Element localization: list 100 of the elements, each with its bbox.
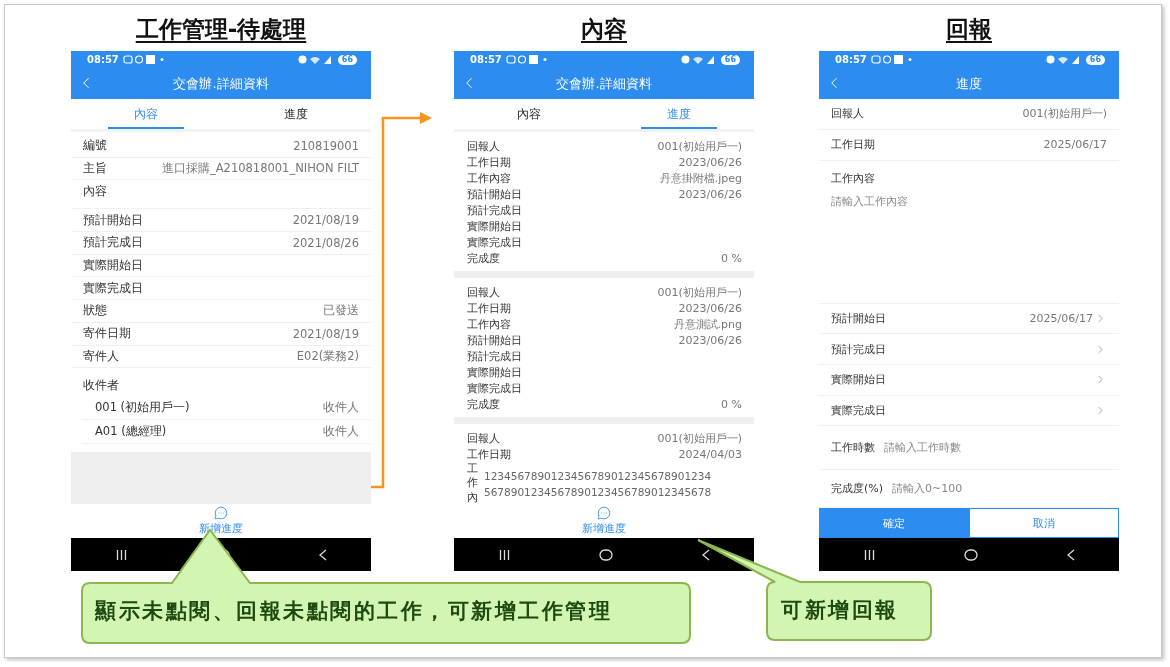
field-value: 0 % bbox=[721, 251, 742, 265]
field-value: 0 % bbox=[721, 397, 742, 411]
chat-bubble-icon bbox=[597, 506, 611, 520]
field-label: 回報人 bbox=[467, 138, 500, 154]
date-picker-row[interactable]: 預計完成日 bbox=[819, 334, 1119, 365]
input-field[interactable]: 請輸入工作時數 bbox=[884, 440, 961, 456]
field-label: 工作內容 bbox=[467, 316, 511, 332]
status-time: 08:57 bbox=[87, 54, 119, 65]
signal-icons-drawing bbox=[680, 55, 717, 64]
battery-level: 66 bbox=[1085, 54, 1105, 65]
field-value: 2023/06/26 bbox=[678, 301, 742, 315]
recents-icon[interactable] bbox=[498, 549, 510, 560]
field-value: 5678901234567890123456789012345678 bbox=[484, 485, 712, 500]
field-label: 工作內容 bbox=[831, 170, 876, 186]
field-label: 內容 bbox=[83, 184, 107, 200]
home-icon[interactable] bbox=[963, 548, 978, 561]
tab[interactable]: 進度 bbox=[258, 99, 334, 129]
field-label: 寄件日期 bbox=[83, 326, 131, 342]
field-label: 完成度 bbox=[467, 396, 500, 412]
callout-text: 可新增回報 bbox=[781, 597, 899, 624]
field-label: 寄件人 bbox=[83, 348, 119, 364]
field-value: 2021/08/26 bbox=[292, 235, 359, 250]
recipient-name: A01 (總經理) bbox=[95, 424, 167, 440]
field-value: 進口採購_A210818001_NIHON FILT bbox=[161, 161, 359, 177]
field-label: 工作日期 bbox=[467, 300, 511, 316]
signal-icons-drawing bbox=[297, 55, 334, 64]
status-time: 08:57 bbox=[835, 54, 867, 65]
field-value: 001(初始用戶一) bbox=[657, 430, 742, 446]
field-value: 丹意測試.png bbox=[673, 316, 742, 332]
back-icon[interactable] bbox=[1066, 548, 1075, 561]
tab[interactable]: 內容 bbox=[108, 99, 184, 129]
field-value: 210819001 bbox=[293, 138, 359, 153]
recipient-role: 收件人 bbox=[323, 400, 359, 416]
field-label: 預計開始日 bbox=[83, 212, 143, 228]
field-label: 實際開始日 bbox=[467, 218, 522, 234]
field-label: 預計完成日 bbox=[467, 348, 522, 364]
field-label: 預計完成日 bbox=[467, 202, 522, 218]
field-value: 2021/08/19 bbox=[292, 326, 359, 341]
field-value: 已發送 bbox=[323, 303, 359, 319]
battery-level: 66 bbox=[720, 54, 740, 65]
field-label: 實際完成日 bbox=[83, 280, 143, 296]
section-heading: 工作管理-待處理 bbox=[135, 15, 307, 44]
recents-icon[interactable] bbox=[863, 549, 875, 560]
field-label: 回報人 bbox=[831, 106, 864, 122]
confirm-button[interactable]: 確定 bbox=[819, 508, 969, 538]
field-label: 實際完成日 bbox=[467, 380, 522, 396]
field-label: 回報人 bbox=[467, 284, 500, 300]
field-value: 1234567890123456789012345678901234 bbox=[484, 469, 712, 484]
field-value: 2025/06/17 bbox=[1043, 138, 1107, 152]
field-value: E02(業務2) bbox=[296, 348, 359, 364]
screen-title: 交會辦.詳細資料 bbox=[556, 74, 652, 93]
date-picker-row[interactable]: 實際完成日 bbox=[819, 395, 1119, 427]
field-label: 回報人 bbox=[467, 430, 500, 446]
notification-icons-drawing bbox=[870, 55, 913, 64]
field-label: 工作日期 bbox=[467, 154, 511, 170]
field-label: 預計開始日 bbox=[467, 332, 522, 348]
tab[interactable]: 進度 bbox=[641, 99, 717, 129]
field-label: 工作內容 bbox=[467, 170, 511, 186]
back-icon[interactable] bbox=[318, 548, 327, 561]
field-label: 預計完成日 bbox=[83, 235, 143, 251]
tab[interactable]: 內容 bbox=[491, 99, 567, 129]
callout-text: 顯示未點閱、回報未點閱的工作，可新增工作管理 bbox=[95, 598, 612, 625]
notification-icons-drawing bbox=[122, 55, 165, 64]
section-heading: 內容 bbox=[581, 15, 627, 44]
field-label: 預計開始日 bbox=[467, 186, 522, 202]
field-label: 實際開始日 bbox=[83, 258, 143, 274]
home-icon[interactable] bbox=[598, 548, 613, 561]
field-value: 001(初始用戶一) bbox=[657, 138, 742, 154]
chat-bubble-icon bbox=[214, 506, 228, 520]
field-label: 工作日期 bbox=[831, 137, 875, 153]
screen-title: 交會辦.詳細資料 bbox=[173, 74, 269, 93]
field-value: 2024/04/03 bbox=[678, 447, 742, 461]
back-icon[interactable] bbox=[701, 548, 710, 561]
field-value: 001(初始用戶一) bbox=[657, 284, 742, 300]
field-label: 主旨 bbox=[83, 161, 107, 177]
field-label: 實際開始日 bbox=[467, 364, 522, 380]
field-value: 2023/06/26 bbox=[678, 333, 742, 347]
field-label: 編號 bbox=[83, 138, 107, 154]
field-label: 工作日期 bbox=[467, 446, 511, 462]
recipient-role: 收件人 bbox=[323, 424, 359, 440]
section-heading: 回報 bbox=[946, 15, 992, 44]
cancel-button[interactable]: 取消 bbox=[969, 508, 1119, 538]
field-label: 狀態 bbox=[83, 303, 107, 319]
recipient-name: 001 (初始用戶一) bbox=[95, 400, 190, 416]
field-label: 工作內 bbox=[467, 462, 478, 504]
field-value: 2023/06/26 bbox=[678, 187, 742, 201]
date-picker-row[interactable]: 實際開始日 bbox=[819, 364, 1119, 396]
field-label: 完成度(%) bbox=[831, 481, 884, 497]
screen-title: 進度 bbox=[956, 74, 982, 93]
input-field[interactable]: 請輸入0~100 bbox=[892, 481, 963, 497]
status-time: 08:57 bbox=[470, 54, 502, 65]
content-field[interactable]: 請輸入工作內容 bbox=[831, 193, 1107, 209]
date-picker-row[interactable]: 預計開始日 2025/06/17 bbox=[819, 303, 1119, 335]
notification-icons-drawing bbox=[505, 55, 548, 64]
field-label: 工作時數 bbox=[831, 440, 875, 456]
field-value: 001(初始用戶一) bbox=[1022, 106, 1107, 122]
field-label: 完成度 bbox=[467, 250, 500, 266]
section-label: 收件者 bbox=[83, 378, 119, 394]
recents-icon[interactable] bbox=[115, 549, 127, 560]
field-value: 2023/06/26 bbox=[678, 155, 742, 169]
